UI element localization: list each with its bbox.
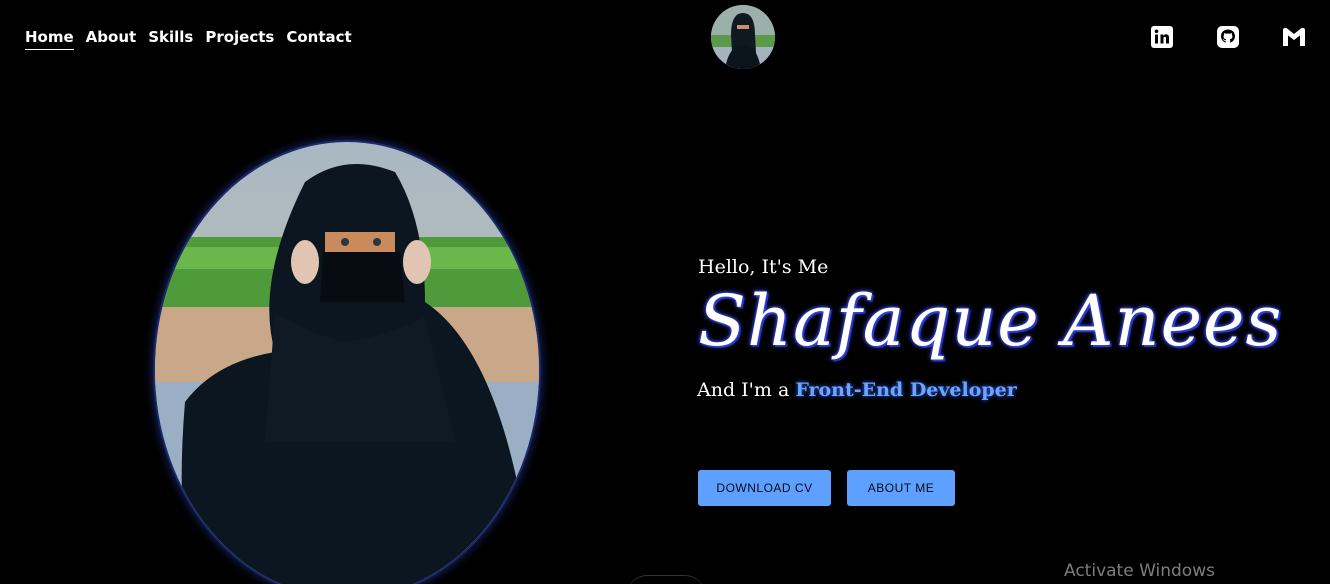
windows-activation-watermark: Activate Windows <box>1064 561 1215 581</box>
avatar-image <box>711 5 775 69</box>
nav-home[interactable]: Home <box>25 28 74 50</box>
linkedin-icon[interactable] <box>1150 25 1174 49</box>
nav-projects[interactable]: Projects <box>205 28 274 50</box>
about-me-button[interactable]: ABOUT ME <box>847 470 955 506</box>
nav-about[interactable]: About <box>86 28 137 50</box>
scroll-indicator <box>627 575 705 584</box>
nav-contact[interactable]: Contact <box>286 28 351 50</box>
gmail-icon[interactable] <box>1282 25 1306 49</box>
hero-name: Shafaque Anees <box>698 280 1283 362</box>
hero-greeting: Hello, It's Me <box>698 256 829 278</box>
role-prefix: And I'm a <box>697 379 796 401</box>
header-avatar[interactable] <box>711 5 775 69</box>
portfolio-page: Home About Skills Projects Contact Hello… <box>0 0 1330 584</box>
download-cv-button[interactable]: DOWNLOAD CV <box>698 470 831 506</box>
role-highlight: Front-End Developer <box>795 379 1017 401</box>
nav-skills[interactable]: Skills <box>148 28 193 50</box>
github-icon[interactable] <box>1216 25 1240 49</box>
main-nav: Home About Skills Projects Contact <box>25 28 352 50</box>
social-links <box>1150 25 1306 49</box>
profile-photo <box>155 142 539 584</box>
hero-role: And I'm a Front-End Developer <box>697 379 1017 401</box>
hero-profile-image <box>153 140 541 584</box>
